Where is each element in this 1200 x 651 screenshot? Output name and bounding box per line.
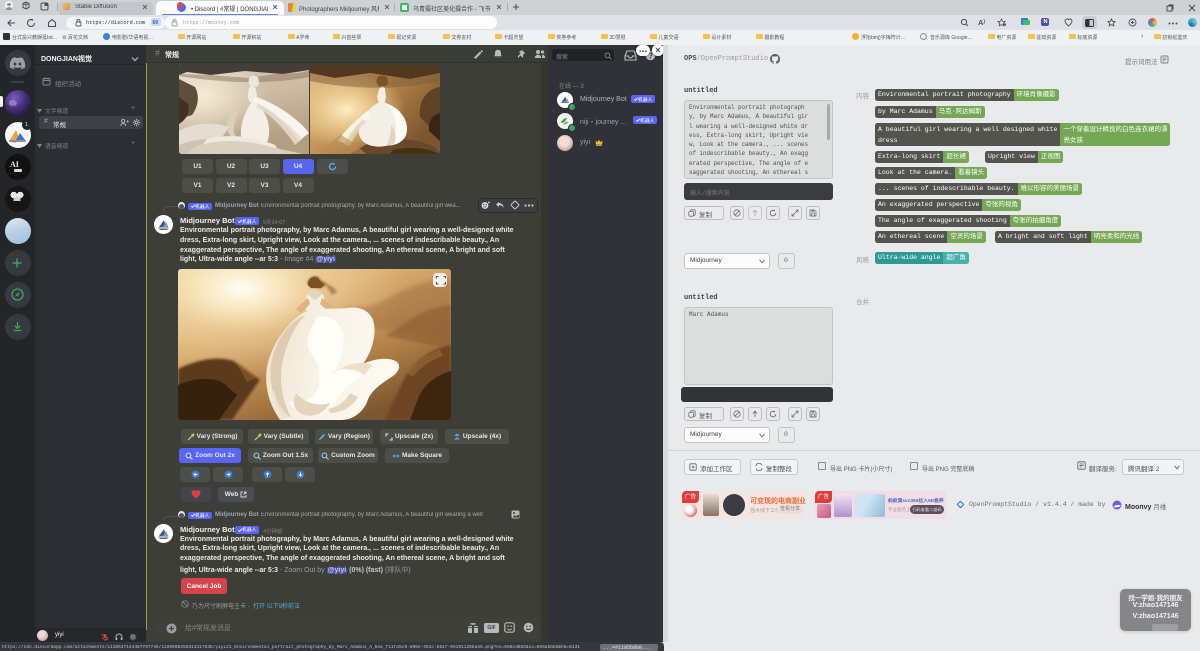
svg-text:MJ: MJ — [12, 140, 16, 144]
